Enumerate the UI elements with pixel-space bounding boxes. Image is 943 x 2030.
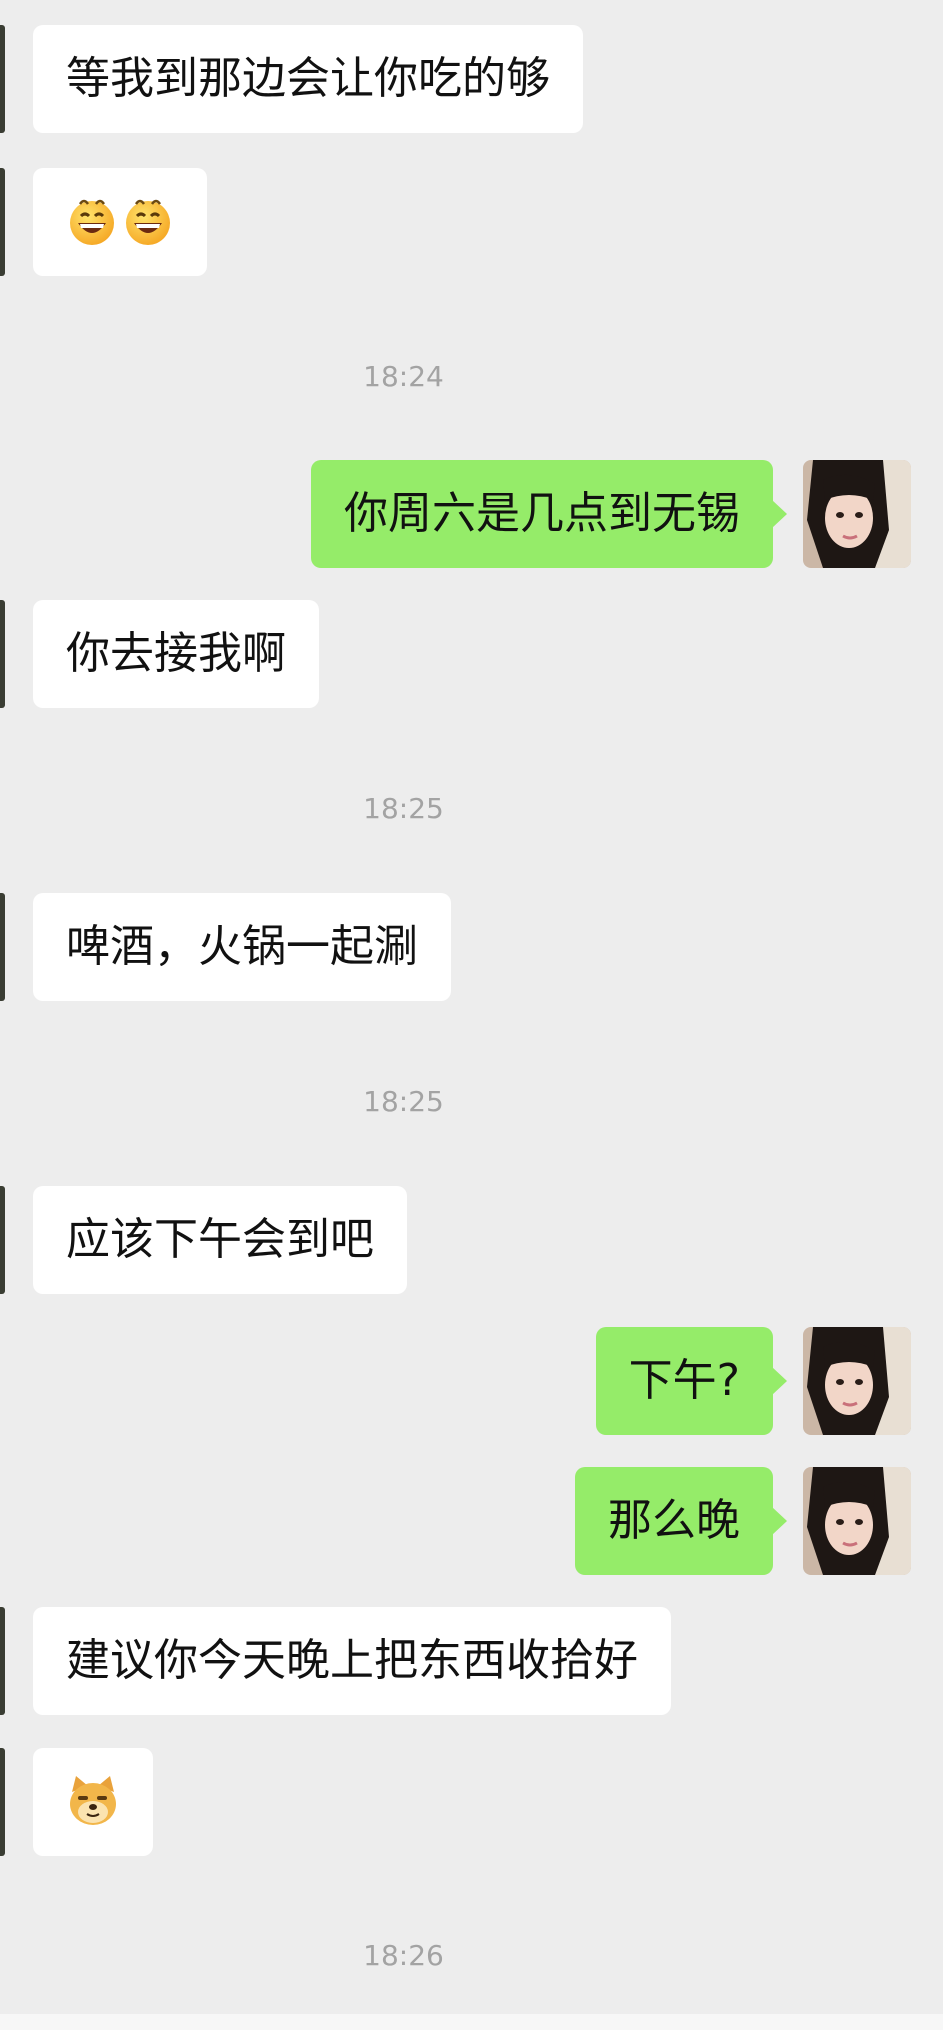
contact-avatar[interactable] [0, 1607, 5, 1715]
contact-avatar[interactable] [0, 1186, 5, 1294]
incoming-bubble[interactable]: 等我到那边会让你吃的够 [33, 25, 583, 133]
grinning-sweat-emoji-icon [126, 199, 170, 245]
incoming-bubble[interactable]: 啤酒，火锅一起涮 [33, 893, 451, 1001]
timestamp: 18:25 [363, 1085, 444, 1118]
doge-emoji-icon [70, 1776, 116, 1825]
outgoing-bubble[interactable]: 你周六是几点到无锡 [311, 460, 787, 568]
contact-avatar[interactable] [0, 600, 5, 708]
avatar-photo-icon [803, 1467, 911, 1575]
timestamp: 18:26 [363, 1939, 444, 1972]
contact-avatar[interactable] [0, 893, 5, 1001]
my-avatar[interactable] [803, 1467, 911, 1575]
incoming-emoji-bubble[interactable] [33, 168, 207, 276]
incoming-bubble[interactable]: 你去接我啊 [33, 600, 319, 708]
contact-avatar[interactable] [0, 25, 5, 133]
incoming-bubble[interactable]: 建议你今天晚上把东西收拾好 [33, 1607, 671, 1715]
avatar-photo-icon [803, 460, 911, 568]
avatar-photo-icon [803, 1327, 911, 1435]
contact-avatar[interactable] [0, 1748, 5, 1856]
bottom-edge [0, 2014, 943, 2030]
chat-area[interactable]: 等我到那边会让你吃的够 18:24 你周六是几点到无锡 你去接我啊 18:25 … [0, 0, 943, 2030]
timestamp: 18:24 [363, 360, 444, 393]
outgoing-bubble[interactable]: 下午? [595, 1327, 788, 1435]
grinning-sweat-emoji-icon [70, 199, 114, 245]
timestamp: 18:25 [363, 792, 444, 825]
contact-avatar[interactable] [0, 168, 5, 276]
outgoing-bubble[interactable]: 那么晚 [575, 1467, 787, 1575]
my-avatar[interactable] [803, 1327, 911, 1435]
my-avatar[interactable] [803, 460, 911, 568]
incoming-bubble[interactable]: 应该下午会到吧 [33, 1186, 407, 1294]
incoming-emoji-bubble[interactable] [33, 1748, 153, 1856]
